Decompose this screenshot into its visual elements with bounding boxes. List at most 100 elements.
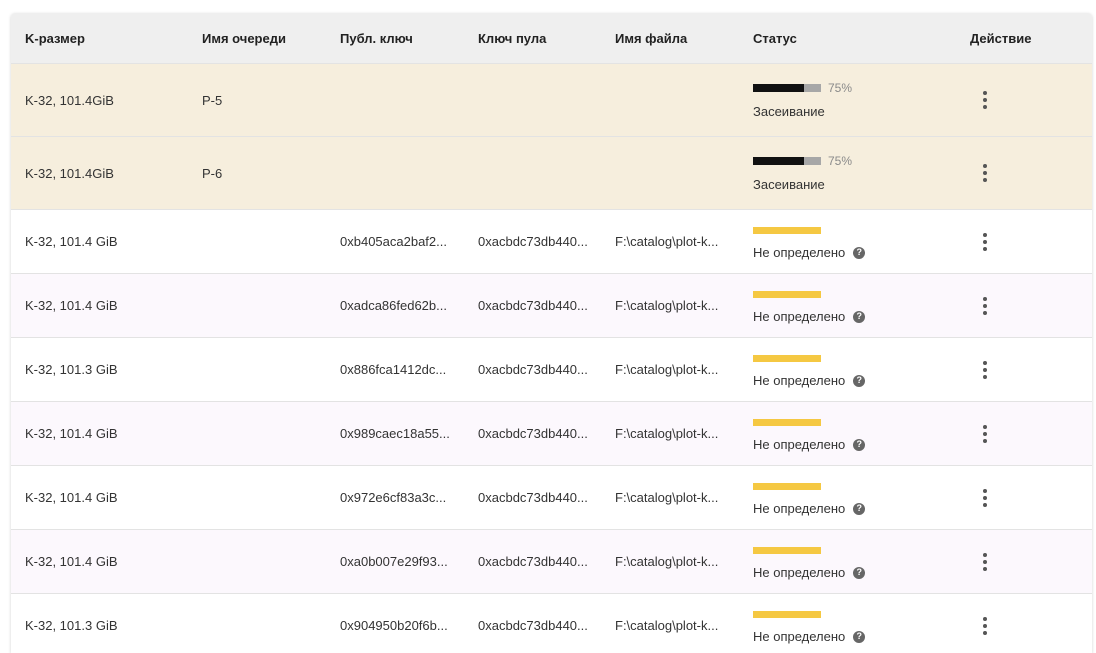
row-action-button[interactable]	[973, 210, 997, 273]
table-row: K-32, 101.4 GiB 0xadca86fed62b... 0xacbdc7…	[11, 274, 1092, 338]
status-label: Не определено?	[753, 565, 866, 580]
cell-queue-name	[202, 210, 332, 273]
progress-line	[753, 607, 821, 621]
cell-size: K-32, 101.4 GiB	[25, 234, 118, 249]
cell-filename[interactable]: F:\catalog\plot-k...	[615, 274, 747, 337]
status-text: Не определено	[753, 501, 846, 516]
status-text: Не определено	[753, 373, 846, 388]
status-bar	[753, 482, 821, 490]
cell-filename[interactable]: F:\catalog\plot-k...	[615, 338, 747, 401]
progress-percent: 75%	[828, 81, 853, 95]
more-dot	[983, 424, 987, 429]
status-text: Не определено	[753, 245, 846, 260]
progress-line: 75%	[753, 154, 852, 168]
more-dot	[983, 91, 987, 95]
more-dot	[983, 552, 987, 557]
cell-pool-key[interactable]: 0xacbdc73db440...	[478, 466, 610, 529]
table-row-queued: K-32, 101.4GiB P-5 75% Засеивание	[11, 64, 1092, 137]
cell-status: Не определено?	[753, 274, 953, 337]
progress-line	[753, 223, 821, 237]
help-circle-icon[interactable]: ?	[853, 630, 866, 643]
cell-size: K-32, 101.4GiB	[25, 92, 114, 108]
cell-filename[interactable]: F:\catalog\plot-k...	[615, 402, 747, 465]
cell-pool-key[interactable]: 0xacbdc73db440...	[478, 210, 610, 273]
cell-queue-name	[202, 274, 332, 337]
progress-bar	[753, 157, 821, 165]
more-dot	[983, 360, 987, 365]
status-label: Не определено?	[753, 437, 866, 452]
table-row: K-32, 101.4 GiB 0xb405aca2baf2... 0xacbdc7…	[11, 210, 1092, 274]
help-circle-icon[interactable]: ?	[853, 310, 866, 323]
row-action-button[interactable]	[973, 594, 997, 653]
cell-status: 75% Засеивание	[753, 137, 953, 209]
help-circle-icon[interactable]: ?	[853, 502, 866, 515]
more-vert-icon[interactable]	[973, 550, 997, 574]
more-dot	[983, 303, 987, 308]
row-action-button[interactable]	[973, 530, 997, 593]
table-body: K-32, 101.4GiB P-5 75% Засеивание K-32, 101.…	[11, 64, 1092, 653]
row-action-button[interactable]	[973, 402, 997, 465]
more-dot	[983, 431, 987, 436]
more-vert-icon[interactable]	[973, 422, 997, 446]
progress-line	[753, 287, 821, 301]
more-dot	[983, 438, 987, 443]
help-circle-icon[interactable]: ?	[853, 438, 866, 451]
cell-size: K-32, 101.3 GiB	[25, 362, 118, 377]
row-action-button[interactable]	[973, 466, 997, 529]
column-header-public-key[interactable]: Публ. ключ	[340, 13, 472, 63]
cell-public-key[interactable]: 0xa0b007e29f93...	[340, 530, 472, 593]
column-header-filename[interactable]: Имя файла	[615, 13, 747, 63]
more-vert-icon[interactable]	[973, 88, 997, 112]
cell-public-key[interactable]: 0xb405aca2baf2...	[340, 210, 472, 273]
more-dot	[983, 239, 987, 244]
cell-public-key[interactable]: 0x904950b20f6b...	[340, 594, 472, 653]
cell-size: K-32, 101.4GiB	[25, 165, 114, 181]
status-bar	[753, 226, 821, 234]
cell-pool-key[interactable]: 0xacbdc73db440...	[478, 594, 610, 653]
more-vert-icon[interactable]	[973, 614, 997, 638]
cell-filename	[615, 64, 747, 136]
status-label: Не определено?	[753, 629, 866, 644]
more-vert-icon[interactable]	[973, 294, 997, 318]
more-dot	[983, 559, 987, 564]
more-dot	[983, 630, 987, 635]
cell-filename[interactable]: F:\catalog\plot-k...	[615, 466, 747, 529]
cell-public-key	[340, 137, 472, 209]
cell-filename[interactable]: F:\catalog\plot-k...	[615, 210, 747, 273]
cell-status: Не определено?	[753, 530, 953, 593]
cell-filename[interactable]: F:\catalog\plot-k...	[615, 594, 747, 653]
cell-pool-key[interactable]: 0xacbdc73db440...	[478, 338, 610, 401]
cell-public-key[interactable]: 0x972e6cf83a3c...	[340, 466, 472, 529]
more-vert-icon[interactable]	[973, 358, 997, 382]
more-vert-icon[interactable]	[973, 486, 997, 510]
help-circle-icon[interactable]: ?	[853, 566, 866, 579]
more-dot	[983, 495, 987, 500]
help-circle-icon[interactable]: ?	[853, 246, 866, 259]
column-header-status[interactable]: Статус	[753, 13, 953, 63]
cell-status: Не определено?	[753, 338, 953, 401]
status-bar	[753, 418, 821, 426]
cell-filename[interactable]: F:\catalog\plot-k...	[615, 530, 747, 593]
row-action-button[interactable]	[973, 64, 997, 136]
cell-public-key[interactable]: 0xadca86fed62b...	[340, 274, 472, 337]
cell-public-key[interactable]: 0x989caec18a55...	[340, 402, 472, 465]
status-bar	[753, 610, 821, 618]
row-action-button[interactable]	[973, 137, 997, 209]
column-header-size[interactable]: K-размер	[25, 13, 195, 63]
cell-size: K-32, 101.3 GiB	[25, 618, 118, 633]
plots-table: K-размер Имя очереди Публ. ключ Ключ пул…	[11, 13, 1092, 653]
more-vert-icon[interactable]	[973, 230, 997, 254]
row-action-button[interactable]	[973, 274, 997, 337]
column-header-queue[interactable]: Имя очереди	[202, 13, 332, 63]
more-dot	[983, 246, 987, 251]
more-vert-icon[interactable]	[973, 161, 997, 185]
cell-pool-key[interactable]: 0xacbdc73db440...	[478, 274, 610, 337]
cell-pool-key[interactable]: 0xacbdc73db440...	[478, 402, 610, 465]
cell-public-key[interactable]: 0x886fca1412dc...	[340, 338, 472, 401]
column-header-pool-key[interactable]: Ключ пула	[478, 13, 610, 63]
cell-pool-key[interactable]: 0xacbdc73db440...	[478, 530, 610, 593]
row-action-button[interactable]	[973, 338, 997, 401]
progress-line	[753, 543, 821, 557]
progress-percent: 75%	[828, 154, 853, 168]
help-circle-icon[interactable]: ?	[853, 374, 866, 387]
